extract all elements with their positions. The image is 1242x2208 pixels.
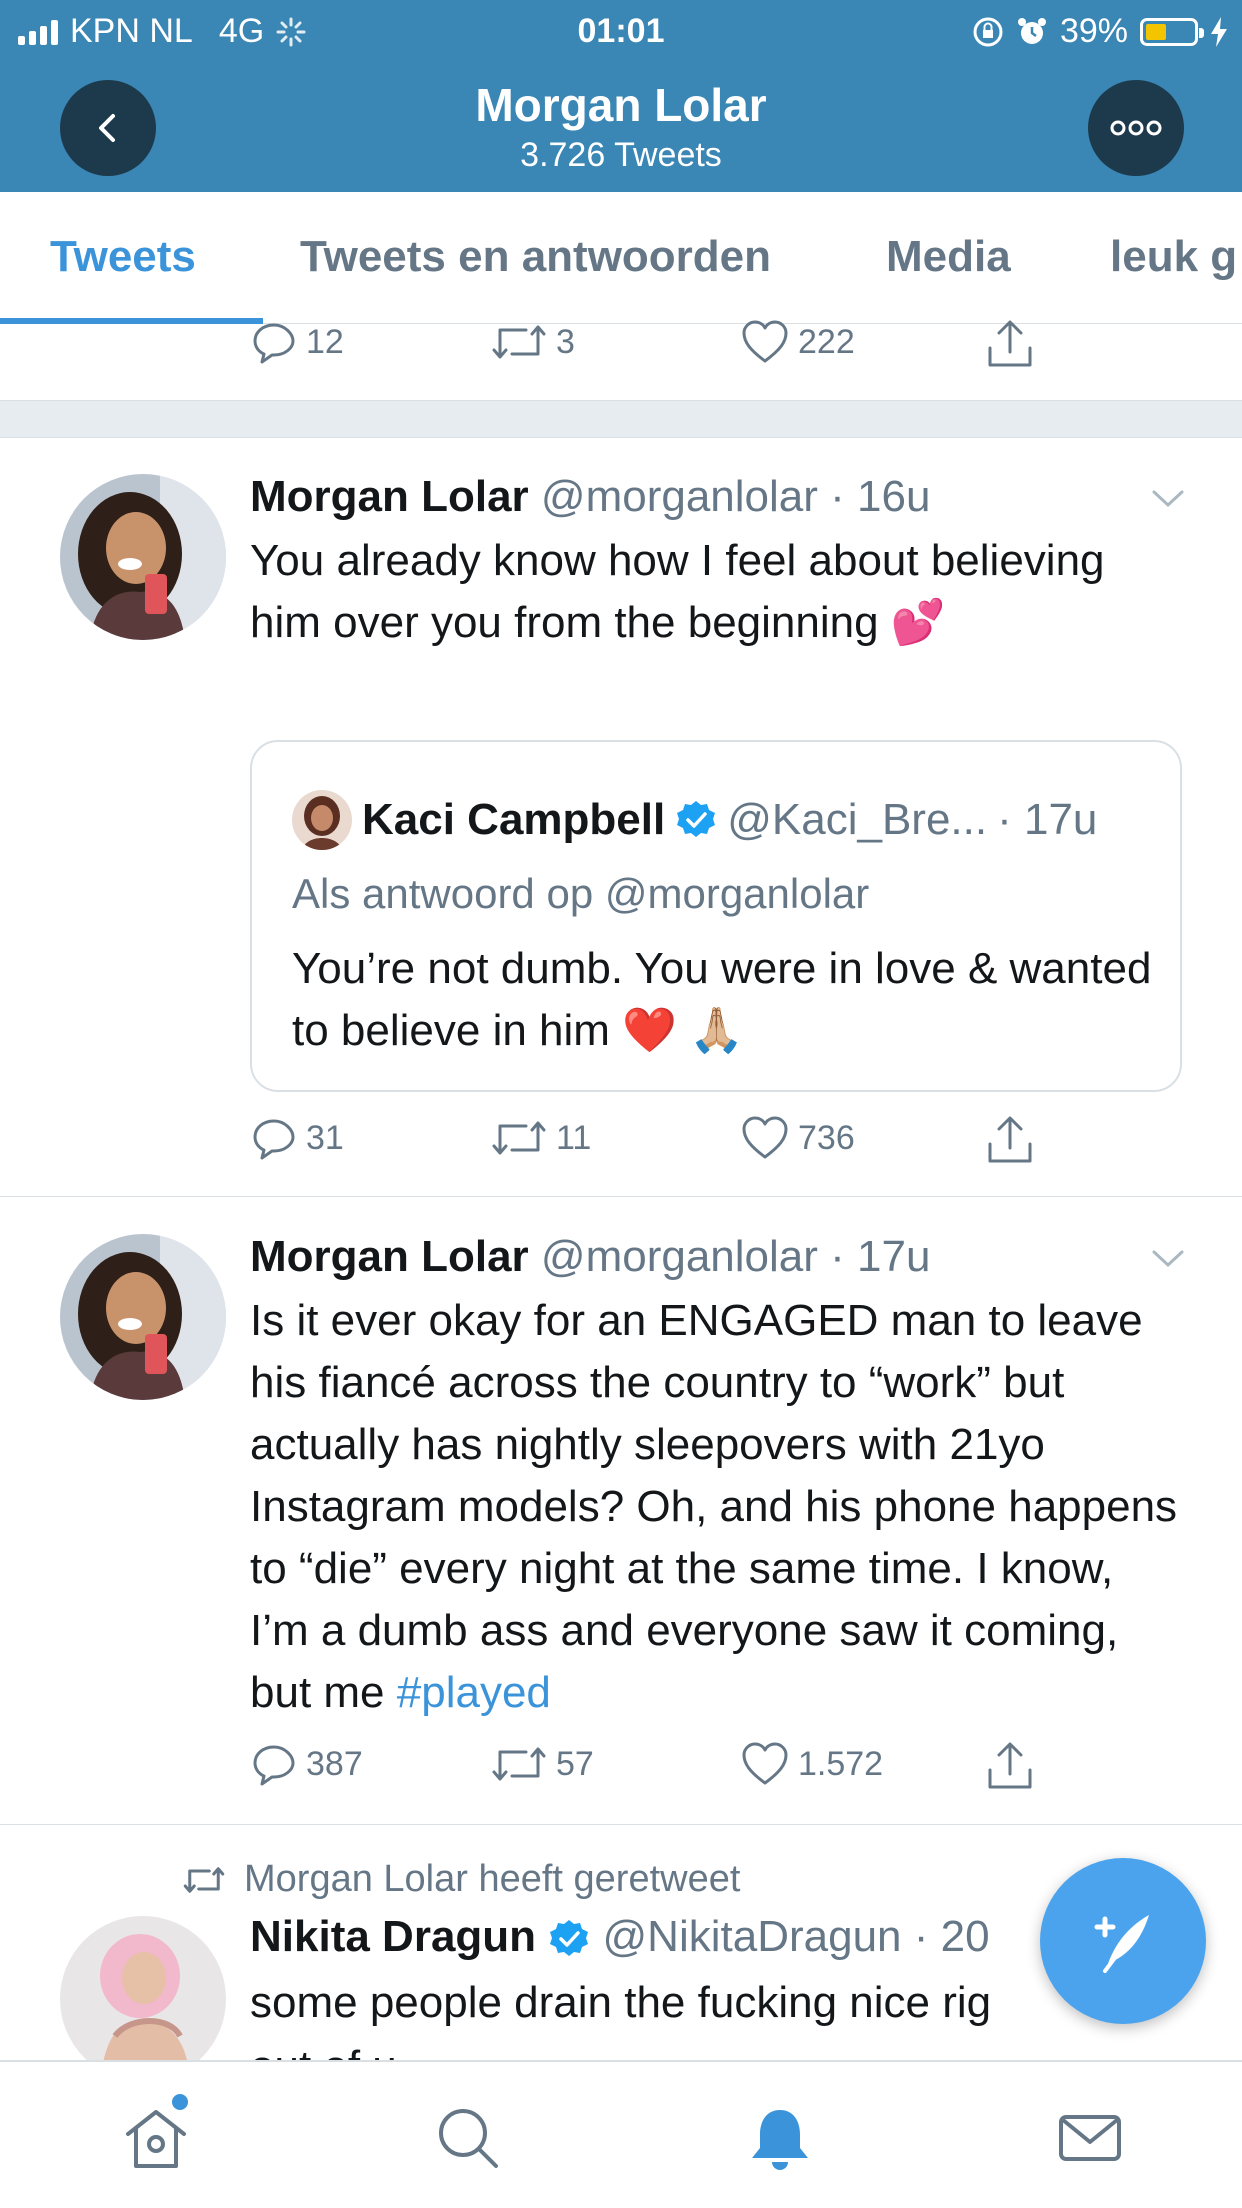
profile-tabs: Tweets Tweets en antwoorden Media leuk g — [0, 192, 1242, 324]
retweet-button[interactable]: 3 — [490, 318, 575, 366]
tweet-time: · 17u — [830, 1232, 931, 1281]
reply-context: Als antwoord op @morganlolar — [292, 870, 870, 917]
nav-messages[interactable] — [1050, 2098, 1130, 2178]
author-name[interactable]: Morgan Lolar — [250, 1232, 529, 1281]
author-name[interactable]: Nikita Dragun — [250, 1912, 536, 1961]
bell-icon — [752, 2110, 808, 2170]
reply-button[interactable]: 12 — [250, 318, 344, 366]
battery-icon — [1140, 17, 1204, 46]
nav-notifications[interactable] — [740, 2098, 820, 2178]
tab-likes[interactable]: leuk g — [1110, 232, 1237, 282]
compose-tweet-button[interactable] — [1040, 1858, 1206, 2024]
share-icon — [988, 1116, 1032, 1163]
more-dots-icon — [1110, 120, 1162, 136]
quoted-author-handle: @Kaci_Bre... — [727, 795, 988, 844]
tweet-text: Is it ever okay for an ENGAGED man to le… — [250, 1296, 1178, 1717]
avatar[interactable] — [60, 1916, 226, 2082]
quoted-avatar — [292, 790, 352, 850]
tweet-text: some people drain the fucking nice rig — [250, 1978, 992, 2027]
author-name[interactable]: Morgan Lolar — [250, 472, 529, 521]
like-button[interactable]: 222 — [740, 318, 855, 366]
rotation-lock-icon — [973, 17, 1003, 46]
share-button[interactable] — [985, 318, 1035, 370]
share-icon — [988, 320, 1032, 367]
divider — [0, 1196, 1242, 1197]
divider — [0, 1824, 1242, 1825]
author-handle[interactable]: @morganlolar — [541, 472, 818, 521]
share-button[interactable] — [985, 1740, 1035, 1792]
like-button[interactable]: 736 — [740, 1114, 855, 1162]
tweet-actions: 31 11 736 — [250, 1114, 1050, 1174]
heart-icon — [742, 320, 788, 363]
tweet-text: You already know how I feel about believ… — [250, 536, 1105, 647]
retweet-button[interactable]: 57 — [490, 1740, 594, 1788]
profile-title: Morgan Lolar — [475, 79, 767, 131]
tab-media[interactable]: Media — [886, 232, 1011, 282]
nav-home[interactable] — [116, 2094, 196, 2178]
retweet-context: Morgan Lolar heeft geretweet — [182, 1858, 740, 1901]
active-tab-indicator — [0, 318, 263, 324]
tweet-header: Nikita Dragun @NikitaDragun · 20 — [250, 1912, 1050, 1962]
nav-search[interactable] — [428, 2098, 508, 2178]
verified-badge-icon — [677, 801, 716, 837]
author-handle[interactable]: @NikitaDragun — [603, 1912, 902, 1961]
tweet-actions: 387 57 1.572 — [250, 1740, 1050, 1800]
reply-button[interactable]: 31 — [250, 1114, 344, 1162]
retweet-icon — [492, 1121, 546, 1155]
avatar[interactable] — [60, 1234, 226, 1400]
retweet-icon — [492, 1747, 546, 1781]
bottom-navigation — [0, 2060, 1242, 2208]
reply-button[interactable]: 387 — [250, 1740, 363, 1788]
avatar[interactable] — [60, 474, 226, 640]
tweet-header: Morgan Lolar @morganlolar · 16u — [250, 472, 930, 522]
retweet-icon — [492, 325, 546, 359]
reply-icon — [253, 1119, 295, 1160]
share-icon — [988, 1742, 1032, 1789]
quoted-author-name: Kaci Campbell — [362, 795, 666, 844]
author-handle[interactable]: @morganlolar — [541, 1232, 818, 1281]
quoted-tweet-time: · 17u — [997, 795, 1098, 844]
like-button[interactable]: 1.572 — [740, 1740, 883, 1788]
charging-bolt-icon — [1211, 16, 1227, 47]
hashtag-link[interactable]: #played — [397, 1668, 551, 1717]
chevron-down-icon[interactable] — [1148, 478, 1188, 518]
tab-tweets[interactable]: Tweets — [50, 232, 196, 282]
tweet-time: · 16u — [830, 472, 931, 521]
unread-dot — [172, 2094, 188, 2110]
retweet-button[interactable]: 11 — [490, 1114, 591, 1162]
tweet-actions: 12 3 222 — [250, 318, 1050, 378]
retweet-icon — [183, 1866, 225, 1893]
battery-percent: 39% — [1059, 12, 1128, 50]
mail-icon — [1059, 2115, 1121, 2161]
verified-badge-icon — [550, 1920, 589, 1957]
tweet-text-continued: out of u — [250, 2036, 1180, 2060]
home-icon — [126, 2110, 186, 2168]
quoted-tweet[interactable]: Kaci Campbell @Kaci_Bre... · 17u Als ant… — [250, 740, 1182, 1092]
heart-icon — [742, 1742, 788, 1785]
reply-icon — [253, 323, 295, 364]
share-button[interactable] — [985, 1114, 1035, 1166]
heart-icon — [742, 1116, 788, 1159]
tweet-count: 3.726 Tweets — [520, 136, 722, 174]
alarm-icon — [1017, 17, 1046, 44]
tweet-time: · 20 — [913, 1912, 990, 1961]
quoted-tweet-text: You’re not dumb. You were in love & want… — [292, 944, 1152, 1055]
status-bar: KPN NL 4G 01:01 39% — [0, 0, 1242, 60]
reply-icon — [253, 1745, 295, 1786]
top-bar: KPN NL 4G 01:01 39% Morgan Lolar 3.726 T… — [0, 0, 1242, 192]
compose-icon — [1094, 1915, 1149, 1973]
chevron-down-icon[interactable] — [1148, 1238, 1188, 1278]
tab-tweets-and-replies[interactable]: Tweets en antwoorden — [300, 232, 771, 282]
section-gap — [0, 400, 1242, 438]
search-icon — [439, 2109, 498, 2168]
tweet-header: Morgan Lolar @morganlolar · 17u — [250, 1232, 930, 1282]
more-button[interactable] — [1088, 80, 1184, 176]
